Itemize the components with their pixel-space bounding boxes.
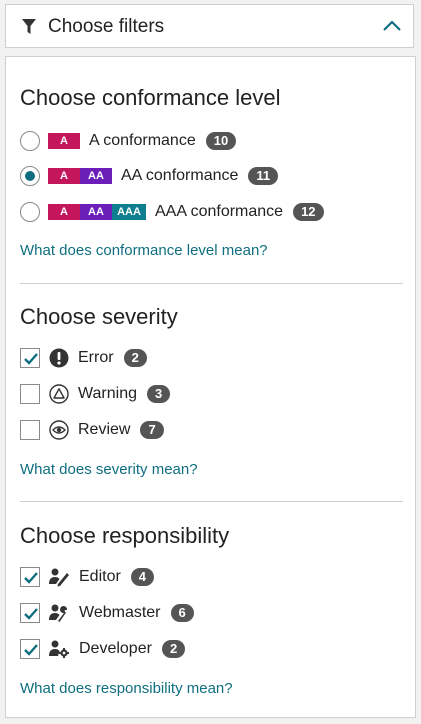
chip-aaa: AAA bbox=[112, 204, 146, 220]
option-label: AAA conformance bbox=[155, 203, 284, 220]
responsibility-option-webmaster[interactable]: Webmaster 6 bbox=[20, 600, 194, 626]
webmaster-icon bbox=[49, 604, 68, 622]
filters-panel: Choose conformance level A A conformance… bbox=[5, 56, 416, 718]
count-badge: 11 bbox=[248, 167, 279, 185]
radio-button[interactable] bbox=[20, 131, 40, 151]
responsibility-title: Choose responsibility bbox=[20, 523, 230, 548]
checkmark-icon bbox=[24, 644, 38, 656]
count-badge: 2 bbox=[161, 640, 186, 658]
checkbox[interactable] bbox=[20, 420, 40, 440]
filters-title: Choose filters bbox=[48, 16, 165, 37]
editor-icon bbox=[49, 568, 69, 587]
conformance-chips: A AA bbox=[48, 168, 112, 184]
error-icon bbox=[49, 348, 69, 368]
count-badge: 10 bbox=[205, 132, 237, 150]
conformance-chips: A AA AAA bbox=[48, 204, 146, 220]
count-badge: 7 bbox=[140, 421, 164, 439]
funnel-icon bbox=[22, 19, 36, 34]
conformance-help-link[interactable]: What does conformance level mean? bbox=[20, 242, 268, 259]
conformance-option-aaa[interactable]: A AA AAA AAA conformance 12 bbox=[20, 199, 324, 225]
responsibility-help-link[interactable]: What does responsibility mean? bbox=[20, 680, 233, 697]
chip-aa: AA bbox=[80, 168, 112, 184]
count-badge: 4 bbox=[130, 568, 155, 586]
conformance-chips: A bbox=[48, 133, 80, 149]
option-label: Warning bbox=[78, 385, 137, 402]
filters-header[interactable]: Choose filters bbox=[5, 4, 414, 48]
checkbox[interactable] bbox=[20, 384, 40, 404]
chevron-up-icon[interactable] bbox=[382, 19, 402, 33]
count-badge: 6 bbox=[170, 604, 194, 622]
responsibility-option-developer[interactable]: Developer 2 bbox=[20, 636, 186, 662]
count-badge: 3 bbox=[146, 385, 171, 403]
severity-title: Choose severity bbox=[20, 304, 178, 329]
option-label: Editor bbox=[79, 568, 121, 585]
count-badge: 12 bbox=[293, 203, 324, 221]
checkmark-icon bbox=[24, 572, 38, 584]
checkmark-icon bbox=[24, 353, 38, 365]
radio-button[interactable] bbox=[20, 166, 40, 186]
severity-option-error[interactable]: Error 2 bbox=[20, 345, 147, 371]
checkbox[interactable] bbox=[20, 348, 40, 368]
checkbox[interactable] bbox=[20, 603, 40, 623]
chip-a: A bbox=[48, 133, 80, 149]
filters-widget: Choose filters Choose conformance level … bbox=[0, 0, 421, 724]
severity-help-link[interactable]: What does severity mean? bbox=[20, 461, 198, 478]
severity-option-review[interactable]: Review 7 bbox=[20, 417, 164, 443]
conformance-option-a[interactable]: A A conformance 10 bbox=[20, 128, 237, 154]
section-divider bbox=[20, 283, 403, 284]
radio-button[interactable] bbox=[20, 202, 40, 222]
option-label: Error bbox=[78, 349, 114, 366]
option-label: Developer bbox=[79, 640, 152, 657]
option-label: Review bbox=[78, 421, 131, 438]
conformance-title: Choose conformance level bbox=[20, 85, 281, 110]
option-label: AA conformance bbox=[121, 167, 239, 184]
chip-aa: AA bbox=[80, 204, 112, 220]
responsibility-option-editor[interactable]: Editor 4 bbox=[20, 564, 155, 590]
conformance-option-aa[interactable]: A AA AA conformance 11 bbox=[20, 163, 279, 189]
chip-a: A bbox=[48, 168, 80, 184]
checkmark-icon bbox=[24, 608, 38, 620]
review-eye-icon bbox=[49, 420, 69, 440]
checkbox[interactable] bbox=[20, 639, 40, 659]
chip-a: A bbox=[48, 204, 80, 220]
developer-icon bbox=[49, 640, 69, 658]
option-label: A conformance bbox=[89, 132, 196, 149]
severity-option-warning[interactable]: Warning 3 bbox=[20, 381, 171, 407]
option-label: Webmaster bbox=[79, 604, 161, 621]
warning-icon bbox=[49, 384, 69, 404]
count-badge: 2 bbox=[123, 349, 147, 367]
checkbox[interactable] bbox=[20, 567, 40, 587]
section-divider bbox=[20, 501, 403, 502]
